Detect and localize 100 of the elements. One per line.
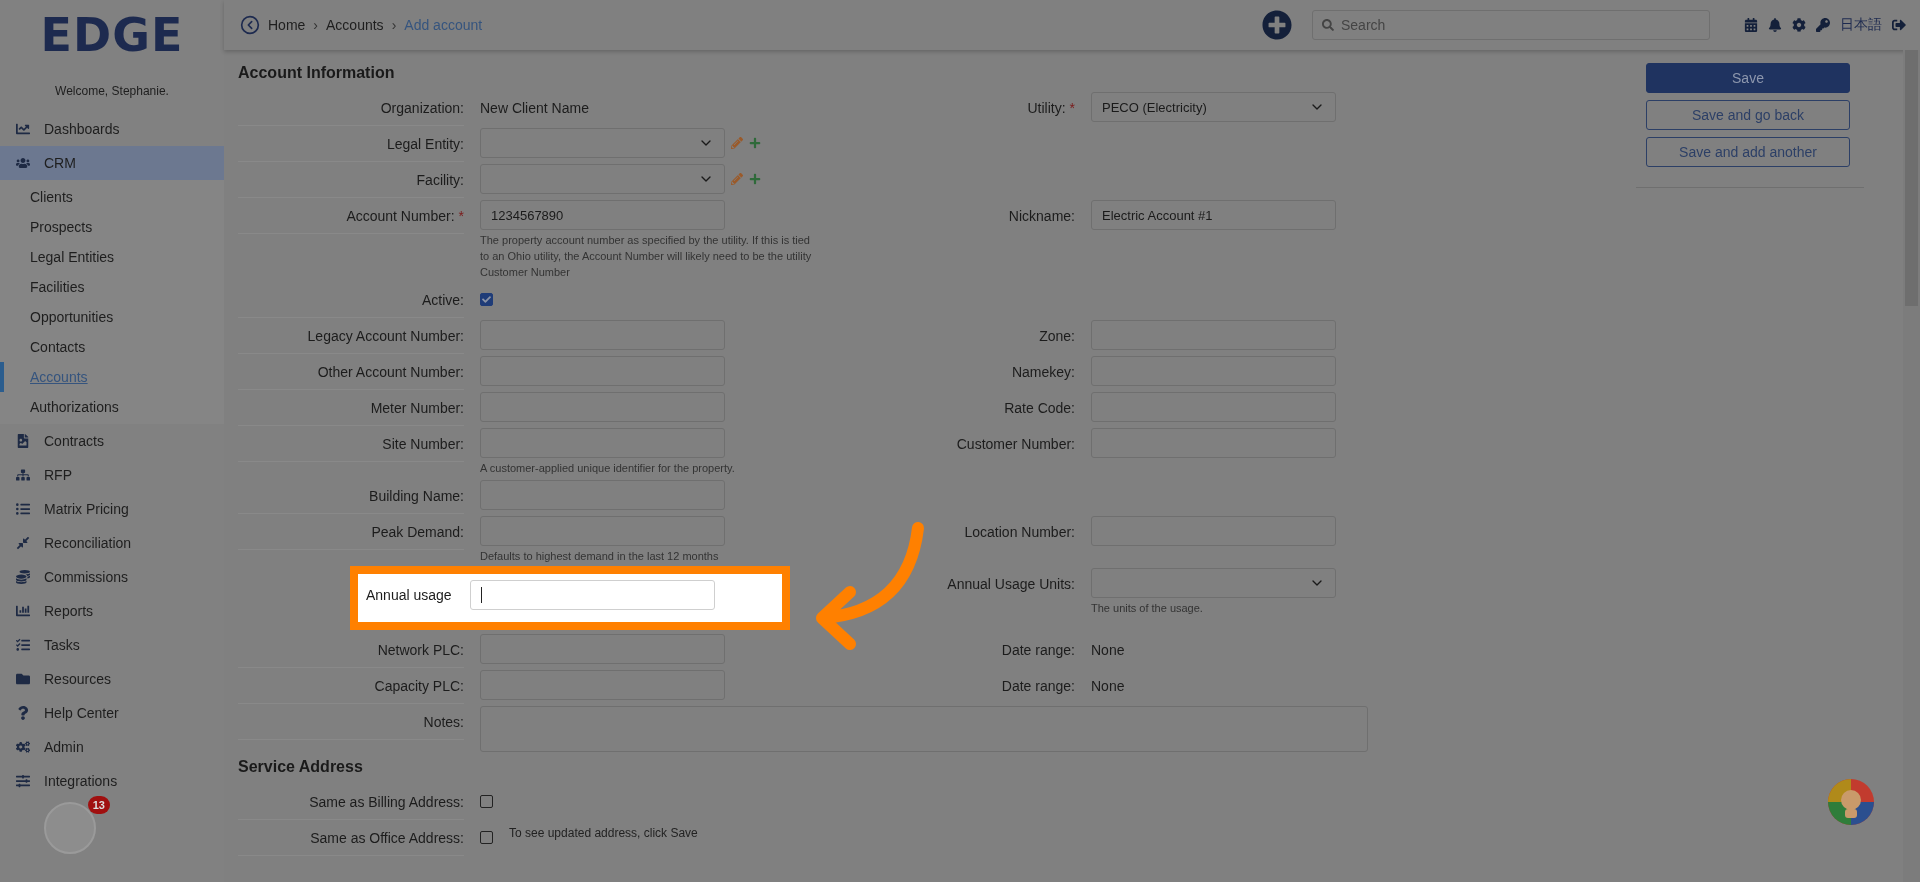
nav-item[interactable]: Commissions xyxy=(0,560,224,594)
field-label: Date range: xyxy=(1000,641,1075,660)
checkbox[interactable] xyxy=(480,293,493,306)
nav-item[interactable]: Reconciliation xyxy=(0,526,224,560)
field-label: Legacy Account Number: xyxy=(238,318,464,354)
nav-subitem[interactable]: Contacts xyxy=(0,332,224,362)
field-hint: The units of the usage. xyxy=(1091,601,1204,616)
field-label: Namekey: xyxy=(1010,363,1075,382)
nav-item[interactable]: Help Center xyxy=(0,696,224,730)
back-icon[interactable] xyxy=(240,15,260,35)
nav-item[interactable]: Matrix Pricing xyxy=(0,492,224,526)
nav-item[interactable]: Admin xyxy=(0,730,224,764)
nav-item[interactable]: Contracts xyxy=(0,424,224,458)
field-label: Date range: xyxy=(1000,677,1075,696)
field-label: Other Account Number: xyxy=(238,354,464,390)
checkbox[interactable] xyxy=(480,795,493,808)
folder-icon xyxy=(16,672,30,686)
nav-item[interactable]: RFP xyxy=(0,458,224,492)
field-hint: The property account number as specified by the utility. If this is tied to an Ohio utility, the Account Number will likely need to be the utility Customer Number xyxy=(480,233,813,280)
key-icon[interactable] xyxy=(1816,18,1830,32)
nav-item[interactable]: Dashboards xyxy=(0,112,224,146)
field-label: Meter Number: xyxy=(238,390,464,426)
field-label: Location Number: xyxy=(963,523,1075,542)
pencil-icon[interactable] xyxy=(731,137,743,149)
notification-badge: 13 xyxy=(87,796,110,814)
field-label: Building Name: xyxy=(238,478,464,514)
nav-item[interactable]: CRM xyxy=(0,146,224,180)
input-field[interactable]: Electric Account #1 xyxy=(1091,200,1336,230)
field-label: Customer Number: xyxy=(955,435,1075,454)
pencil-icon[interactable] xyxy=(731,173,743,185)
field-label: Account Number: * xyxy=(238,198,464,234)
select-field[interactable] xyxy=(480,128,725,158)
field-label: Utility: * xyxy=(1026,99,1075,118)
add-icon[interactable] xyxy=(1262,10,1292,40)
field-label: Facility: xyxy=(238,162,464,198)
field-label: Nickname: xyxy=(1007,207,1075,226)
field-label: Peak Demand: xyxy=(238,514,464,550)
field-label: Site Number: xyxy=(238,426,464,462)
language-link[interactable]: 日本語 xyxy=(1840,16,1882,34)
select-field[interactable]: PECO (Electricity) xyxy=(1091,92,1336,122)
nav-item[interactable]: Tasks xyxy=(0,628,224,662)
settings-icon[interactable] xyxy=(1792,18,1806,32)
nav-subitem[interactable]: Clients xyxy=(0,182,224,212)
secondary-button[interactable]: Save and go back xyxy=(1646,100,1850,130)
coins-icon xyxy=(16,570,30,584)
field-label: Notes: xyxy=(238,704,464,740)
nav-subitem[interactable]: Facilities xyxy=(0,272,224,302)
document-icon xyxy=(16,434,30,448)
users-icon xyxy=(16,156,30,170)
secondary-button[interactable]: Save and add another xyxy=(1646,137,1850,167)
nav-item[interactable]: Integrations xyxy=(0,764,224,798)
breadcrumb-link[interactable]: Accounts xyxy=(326,17,384,33)
checkbox[interactable] xyxy=(480,831,493,844)
field-label: Zone: xyxy=(1038,327,1075,346)
search-field[interactable]: Search xyxy=(1312,10,1710,40)
field-value: None xyxy=(1091,677,1125,694)
field-label: Network PLC: xyxy=(238,632,464,668)
section-title: Service Address xyxy=(237,757,364,777)
field-hint: A customer-applied unique identifier for the property. xyxy=(480,461,736,476)
question-icon xyxy=(16,706,30,720)
gears-icon xyxy=(16,740,30,754)
field-label: Capacity PLC: xyxy=(238,668,464,704)
required-mark: * xyxy=(1069,100,1075,116)
compress-icon xyxy=(16,536,30,550)
plus-icon[interactable] xyxy=(749,137,761,149)
plus-icon[interactable] xyxy=(749,173,761,185)
logout-icon[interactable] xyxy=(1892,18,1906,32)
nav-subitem[interactable]: Prospects xyxy=(0,212,224,242)
bar-chart-icon xyxy=(16,604,30,618)
field-value: None xyxy=(1091,641,1125,658)
calendar-icon[interactable] xyxy=(1744,18,1758,32)
welcome-text: Welcome, Stephanie. xyxy=(54,84,170,98)
breadcrumb-separator: › xyxy=(313,17,319,33)
logo[interactable]: EDGE xyxy=(0,8,224,62)
select-field[interactable] xyxy=(1091,568,1336,598)
nav-subitem[interactable]: Legal Entities xyxy=(0,242,224,272)
field-value: New Client Name xyxy=(480,99,589,116)
assistant-avatar-icon[interactable] xyxy=(1827,778,1875,826)
field-hint: Defaults to highest demand in the last 12 months xyxy=(480,549,720,564)
sitemap-icon xyxy=(16,468,30,482)
field-label: Active: xyxy=(238,282,464,318)
field-note: To see updated address, click Save xyxy=(509,826,698,840)
field-label: Rate Code: xyxy=(1003,399,1075,418)
nav-subitem[interactable]: Opportunities xyxy=(0,302,224,332)
field-label: Same as Office Address: xyxy=(238,820,464,856)
save-button[interactable]: Save xyxy=(1646,63,1850,93)
input-field[interactable]: 1234567890 xyxy=(480,200,725,230)
tasks-icon xyxy=(16,638,30,652)
sliders-icon xyxy=(16,774,30,788)
nav-item[interactable]: Reports xyxy=(0,594,224,628)
select-field[interactable] xyxy=(480,164,725,194)
breadcrumb-link[interactable]: Home xyxy=(268,17,306,33)
nav-item[interactable]: Resources xyxy=(0,662,224,696)
field-label: Annual usage xyxy=(366,586,452,605)
bell-icon[interactable] xyxy=(1768,18,1782,32)
nav-subitem[interactable]: Authorizations xyxy=(0,392,224,422)
search-icon xyxy=(1322,19,1334,31)
line-chart-icon xyxy=(16,122,30,136)
field-label: Legal Entity: xyxy=(238,126,464,162)
list-icon xyxy=(16,502,30,516)
